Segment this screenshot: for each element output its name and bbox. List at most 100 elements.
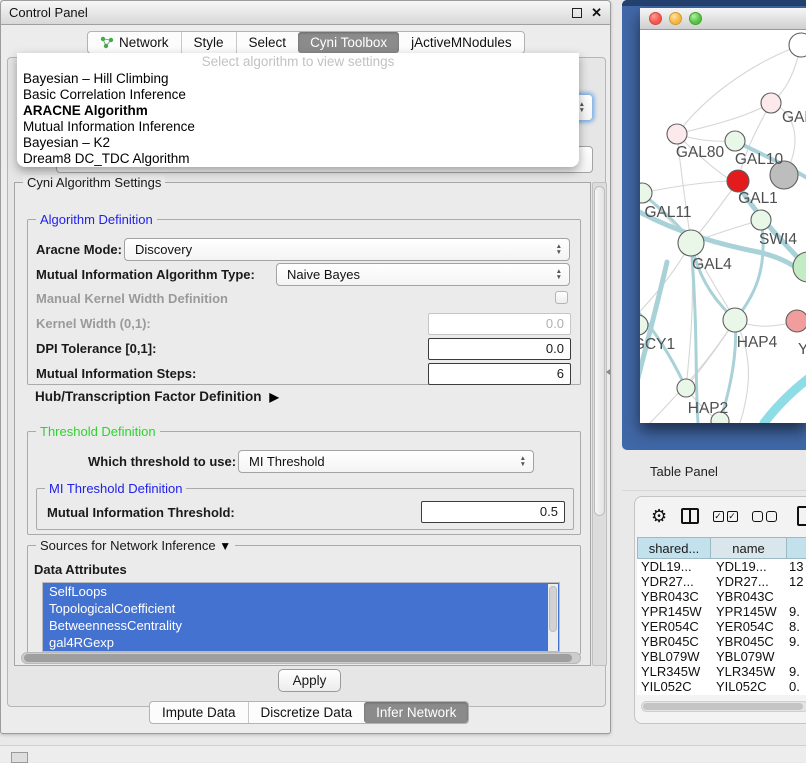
network-window-titlebar[interactable] bbox=[640, 8, 806, 30]
dropdown-prompt: Select algorithm to view settings bbox=[17, 53, 579, 71]
tab-discretize-data[interactable]: Discretize Data bbox=[248, 702, 365, 723]
mi-steps-label: Mutual Information Steps: bbox=[36, 366, 196, 381]
table-panel-title: Table Panel bbox=[650, 464, 718, 479]
aracne-mode-combo[interactable]: Discovery ▲▼ bbox=[124, 238, 570, 261]
float-icon[interactable] bbox=[572, 8, 582, 18]
mi-threshold-label: Mutual Information Threshold: bbox=[47, 505, 235, 520]
mi-type-value: Naive Bayes bbox=[277, 267, 360, 282]
network-node-gal80[interactable] bbox=[667, 124, 687, 144]
tab-jactivemnodules[interactable]: jActiveMNodules bbox=[399, 32, 524, 53]
dpi-tolerance-field[interactable]: 0.0 bbox=[428, 338, 571, 360]
gear-icon[interactable]: ⚙ bbox=[651, 507, 667, 525]
tab-label: Discretize Data bbox=[261, 705, 353, 720]
settings-horizontal-scrollbar[interactable] bbox=[21, 652, 581, 664]
tab-style[interactable]: Style bbox=[181, 32, 236, 53]
which-threshold-label: Which threshold to use: bbox=[88, 454, 236, 469]
tab-cyni-toolbox[interactable]: Cyni Toolbox bbox=[298, 32, 399, 53]
divider bbox=[622, 490, 806, 491]
aracne-mode-value: Discovery bbox=[125, 242, 192, 257]
table-row[interactable]: YBR045C YBR045C 9. bbox=[637, 634, 806, 649]
network-node-gal10[interactable] bbox=[725, 131, 745, 151]
panel-resize-handle[interactable] bbox=[605, 366, 612, 377]
table-hscroll-thumb[interactable] bbox=[643, 703, 803, 710]
dropdown-item[interactable]: Bayesian – K2 bbox=[17, 135, 579, 151]
table-row[interactable]: YIL052C YIL052C 0. bbox=[637, 679, 806, 694]
threshold-definition-group: Threshold Definition Which threshold to … bbox=[27, 431, 581, 535]
column-header-name[interactable]: name bbox=[711, 537, 787, 559]
close-traffic-light-icon[interactable] bbox=[649, 12, 662, 25]
algorithm-definition-title: Algorithm Definition bbox=[36, 212, 157, 227]
tab-impute-data[interactable]: Impute Data bbox=[150, 702, 248, 723]
close-icon[interactable]: ✕ bbox=[591, 8, 602, 18]
table-row[interactable]: YDR27... YDR27... 12 bbox=[637, 574, 806, 589]
table-row[interactable]: YER054C YER054C 8. bbox=[637, 619, 806, 634]
table-row[interactable]: YPR145W YPR145W 9. bbox=[637, 604, 806, 619]
network-tab-icon bbox=[100, 36, 114, 49]
algorithm-definition-group: Algorithm Definition Aracne Mode: Discov… bbox=[27, 219, 581, 385]
threshold-definition-title: Threshold Definition bbox=[36, 424, 160, 439]
list-item[interactable]: SelfLoops bbox=[43, 583, 559, 600]
control-panel-window: Control Panel ✕ Network bbox=[0, 0, 611, 734]
mi-steps-field[interactable]: 6 bbox=[428, 363, 571, 385]
tab-infer-network[interactable]: Infer Network bbox=[364, 702, 468, 723]
tab-select[interactable]: Select bbox=[236, 32, 299, 53]
apply-button[interactable]: Apply bbox=[278, 669, 341, 692]
node-label: HAP4 bbox=[737, 334, 778, 351]
node-label: GAL80 bbox=[676, 144, 725, 161]
network-node[interactable] bbox=[789, 33, 806, 57]
list-scrollbar[interactable] bbox=[548, 584, 558, 652]
columns-icon[interactable] bbox=[681, 508, 698, 524]
algorithm-dropdown-list: Select algorithm to view settings Bayesi… bbox=[17, 53, 579, 167]
network-node[interactable] bbox=[761, 93, 781, 113]
select-all-checkboxes-icon[interactable]: ✓ ✓ bbox=[713, 511, 738, 522]
table-row[interactable]: YDL19... YDL19... 13 bbox=[637, 559, 806, 574]
combo-stepper-icon: ▲▼ bbox=[579, 102, 585, 113]
minimize-traffic-light-icon[interactable] bbox=[669, 12, 682, 25]
table-horizontal-scrollbar[interactable] bbox=[641, 701, 806, 712]
zoom-traffic-light-icon[interactable] bbox=[689, 12, 702, 25]
kernel-width-field[interactable]: 0.0 bbox=[428, 313, 571, 335]
collapse-down-icon[interactable]: ▼ bbox=[219, 539, 231, 553]
network-node-gal1-selected[interactable] bbox=[727, 170, 749, 192]
hub-definition-expander[interactable]: Hub/Transcription Factor Definition ▶ bbox=[35, 389, 279, 404]
network-node[interactable] bbox=[786, 310, 806, 332]
dropdown-item[interactable]: Bayesian – Hill Climbing bbox=[17, 71, 579, 87]
mi-threshold-field[interactable]: 0.5 bbox=[421, 501, 565, 523]
table-row[interactable]: YBL079W YBL079W bbox=[637, 649, 806, 664]
network-view-window: GAL GAL80 GAL10 GAL1 GAL11 SWI4 GAL4 GCY… bbox=[640, 8, 806, 423]
table-row[interactable]: YLR345W YLR345W 9. bbox=[637, 664, 806, 679]
deselect-all-checkboxes-icon[interactable] bbox=[752, 511, 777, 522]
table-body: YDL19... YDL19... 13 YDR27... YDR27... 1… bbox=[637, 559, 806, 695]
dropdown-item-highlighted[interactable]: ARACNE Algorithm bbox=[17, 103, 579, 119]
node-label: GAL1 bbox=[738, 190, 778, 207]
list-item[interactable]: gal4RGexp bbox=[43, 634, 559, 651]
list-item[interactable]: TopologicalCoefficient bbox=[43, 600, 559, 617]
network-canvas[interactable]: GAL GAL80 GAL10 GAL1 GAL11 SWI4 GAL4 GCY… bbox=[640, 30, 806, 423]
column-header-shared[interactable]: shared... bbox=[637, 537, 711, 559]
network-node-gal4[interactable] bbox=[678, 230, 704, 256]
manual-kernel-checkbox[interactable] bbox=[555, 291, 568, 304]
settings-vertical-scrollbar[interactable] bbox=[592, 182, 607, 666]
network-node-hap4[interactable] bbox=[723, 308, 747, 332]
table-row[interactable]: YBR043C YBR043C bbox=[637, 589, 806, 604]
dropdown-item[interactable]: Mutual Information Inference bbox=[17, 119, 579, 135]
column-header-partial[interactable] bbox=[787, 537, 806, 559]
list-scrollbar-thumb[interactable] bbox=[549, 586, 557, 632]
dropdown-item[interactable]: Basic Correlation Inference bbox=[17, 87, 579, 103]
manual-kernel-label: Manual Kernel Width Definition bbox=[36, 291, 228, 306]
network-node-hap2[interactable] bbox=[677, 379, 695, 397]
node-label: GAL10 bbox=[735, 151, 784, 168]
network-node-swi4[interactable] bbox=[751, 210, 771, 230]
mi-algorithm-type-combo[interactable]: Naive Bayes ▲▼ bbox=[276, 263, 570, 286]
list-item[interactable]: BetweennessCentrality bbox=[43, 617, 559, 634]
settings-hscroll-thumb[interactable] bbox=[24, 654, 572, 662]
network-node-gcy1[interactable] bbox=[640, 315, 648, 335]
tab-label: Cyni Toolbox bbox=[310, 35, 387, 50]
node-label: HAP2 bbox=[688, 400, 729, 417]
new-table-icon[interactable] bbox=[797, 506, 806, 526]
dropdown-item[interactable]: Dream8 DC_TDC Algorithm bbox=[17, 151, 579, 167]
data-attributes-list[interactable]: SelfLoops TopologicalCoefficient Between… bbox=[42, 582, 560, 652]
settings-vscroll-thumb[interactable] bbox=[594, 186, 605, 516]
which-threshold-combo[interactable]: MI Threshold ▲▼ bbox=[238, 450, 534, 473]
tab-network[interactable]: Network bbox=[88, 32, 181, 53]
